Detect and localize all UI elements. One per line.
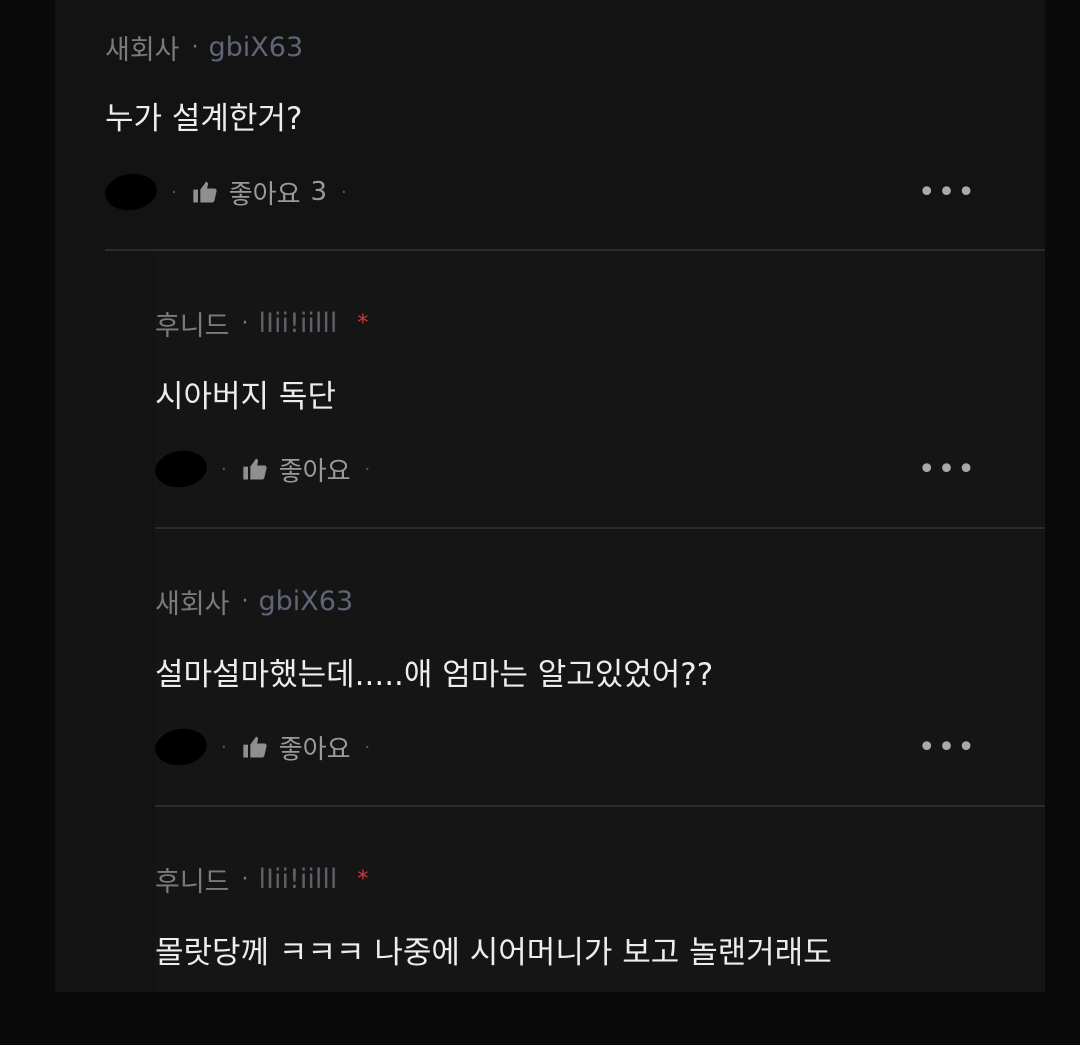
avatar[interactable] (102, 170, 160, 214)
like-label[interactable]: 좋아요 (279, 451, 351, 488)
separator-dot: · (221, 736, 227, 758)
reply-item: 후니드 · lIii!iilll * 시아버지 독단 · 좋아요 · ••• (152, 252, 1045, 527)
nickname[interactable]: 새회사 (105, 28, 180, 67)
reply-item: 후니드 · lIii!iilll * 몰랏당께 ㅋㅋㅋ 나중에 시어머니가 보고… (155, 808, 1045, 992)
comment-meta: 후니드 · lIii!iilll * (155, 860, 368, 899)
separator-dot: · (364, 736, 371, 758)
user-id: gbiX63 (258, 586, 354, 617)
author-marker: * (357, 867, 369, 892)
comment-actions: · 좋아요 · ••• (152, 447, 1045, 491)
separator-dot: · (171, 181, 177, 203)
comment-text: 누가 설계한거? (105, 101, 303, 137)
divider (105, 249, 1045, 251)
nickname[interactable]: 새회사 (155, 582, 230, 621)
reply-item: 새회사 · gbiX63 설마설마했는데.....애 엄마는 알고있었어?? ·… (152, 530, 1045, 805)
separator-dot: · (241, 589, 249, 614)
separator-dot: · (364, 458, 371, 480)
comment-actions: · 좋아요 · ••• (152, 725, 1045, 769)
comment-actions: · 좋아요 3 · ••• (102, 170, 1045, 214)
separator-dot: · (341, 181, 347, 203)
nickname[interactable]: 후니드 (155, 304, 230, 343)
comment-meta: 후니드 · lIii!iilll * (155, 304, 368, 343)
thumbs-up-icon[interactable] (241, 455, 269, 483)
comment-meta: 새회사 · gbiX63 (105, 28, 303, 67)
like-label[interactable]: 좋아요 (279, 729, 351, 766)
divider (155, 527, 1045, 529)
avatar[interactable] (152, 447, 210, 491)
thumbs-up-icon[interactable] (241, 733, 269, 761)
more-options-icon[interactable]: ••• (918, 175, 977, 210)
separator-dot: · (191, 35, 199, 60)
nickname[interactable]: 후니드 (155, 860, 230, 899)
separator-dot: · (221, 458, 227, 480)
comment-meta: 새회사 · gbiX63 (155, 582, 353, 621)
comment-text: 설마설마했는데.....애 엄마는 알고있었어?? (155, 657, 714, 693)
separator-dot: · (241, 867, 249, 892)
comment-text: 시아버지 독단 (155, 379, 336, 415)
like-label[interactable]: 좋아요 (229, 174, 301, 211)
like-count: 3 (310, 177, 328, 207)
avatar[interactable] (152, 725, 210, 769)
user-id: lIii!iilll (258, 864, 338, 895)
thumbs-up-icon[interactable] (191, 178, 219, 206)
separator-dot: · (241, 311, 249, 336)
divider (155, 805, 1045, 807)
user-id: lIii!iilll (258, 308, 338, 339)
author-marker: * (357, 311, 369, 336)
user-id: gbiX63 (208, 32, 304, 63)
comment-text: 몰랏당께 ㅋㅋㅋ 나중에 시어머니가 보고 놀랜거래도 (155, 935, 832, 971)
comment-item: 새회사 · gbiX63 누가 설계한거? · 좋아요 3 · ••• (102, 0, 1045, 250)
more-options-icon[interactable]: ••• (918, 452, 977, 487)
more-options-icon[interactable]: ••• (918, 730, 977, 765)
